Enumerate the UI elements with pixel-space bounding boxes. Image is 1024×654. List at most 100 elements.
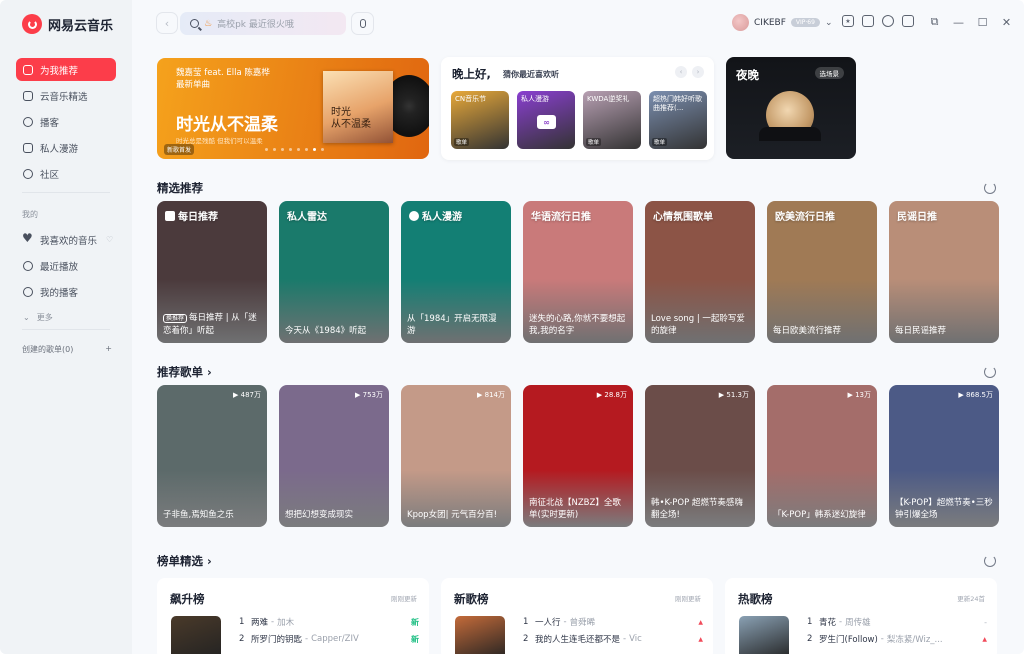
user-menu[interactable]: CIKEBF VIP·69 ⌄ bbox=[732, 14, 832, 31]
greeting-card-item[interactable]: 超热门韩好听歌曲推荐(... 歌单 bbox=[649, 91, 707, 149]
sidebar-item-featured[interactable]: 云音乐精选 bbox=[16, 84, 116, 107]
chart-thumbnail[interactable] bbox=[171, 616, 221, 654]
prev-icon[interactable]: ‹ bbox=[675, 66, 687, 78]
voice-search-button[interactable] bbox=[351, 12, 374, 35]
sidebar-item-roam[interactable]: 私人漫游 bbox=[16, 136, 116, 159]
chart-artist-sep: - bbox=[271, 617, 275, 627]
banner[interactable]: 魏嘉莹 feat. Ella 陈嘉桦 最新单曲 时光 从不温柔 时光从不温柔 时光… bbox=[157, 58, 429, 159]
mini-mode-icon[interactable]: ⧉ bbox=[929, 15, 940, 29]
play-count: ▶ 487万 bbox=[233, 390, 261, 400]
chart-row[interactable]: 2 我的人生连毛还都不是 - Vic ▲ bbox=[523, 633, 703, 645]
greeting-card-label: KWDA逆奖礼 bbox=[587, 95, 630, 103]
playlists-grid: ▶ 487万 子非鱼,焉知鱼之乐 ▶ 753万 想把幻想变成现实 ▶ 814万 Kpop女… bbox=[157, 385, 999, 527]
pick-card-title-text: 华语流行日推 bbox=[531, 212, 591, 223]
roam-icon: ∞ bbox=[537, 115, 556, 129]
settings-icon[interactable] bbox=[882, 15, 894, 27]
playlist-card[interactable]: ▶ 51.3万 韩•K-POP 超燃节奏感嗨翻全场! bbox=[645, 385, 755, 527]
greeting-card-item[interactable]: CN音乐节 歌单 bbox=[451, 91, 509, 149]
chart-row[interactable]: 2 所罗门的钥匙 - Capper/ZIV 新 bbox=[239, 633, 419, 645]
pick-card[interactable]: 心情氛围歌单 Love song | 一起聆写爱的旋律 bbox=[645, 201, 755, 343]
search-input[interactable]: ♨ 高校pk 最近很火哦 bbox=[180, 12, 346, 35]
pick-card[interactable]: 每日推荐 换推荐 每日推荐 | 从「迷恋着你」听起 bbox=[157, 201, 267, 343]
play-icon: ▶ bbox=[233, 391, 241, 399]
playlist-card[interactable]: ▶ 753万 想把幻想变成现实 bbox=[279, 385, 389, 527]
pick-card-badge[interactable]: 换推荐 bbox=[163, 314, 188, 323]
refresh-icon[interactable] bbox=[984, 555, 996, 567]
playlist-card[interactable]: ▶ 814万 Kpop女团| 元气百分百! bbox=[401, 385, 511, 527]
sidebar-item-recent[interactable]: 最近播放 bbox=[16, 254, 116, 277]
section-title-playlists[interactable]: 推荐歌单 › bbox=[157, 364, 212, 380]
playlist-card-title: 南征北战【NZBZ】全歌单(实时更新) bbox=[529, 498, 621, 520]
sidebar-item-my-podcast[interactable]: 我的播客 bbox=[16, 280, 116, 303]
mine-section-title: 我的 bbox=[22, 210, 38, 219]
chart-row[interactable]: 1 两难 - 加木 新 bbox=[239, 616, 419, 628]
avatar[interactable] bbox=[732, 14, 749, 31]
chart-rank: 1 bbox=[807, 617, 813, 627]
heartbeat-icon[interactable]: ♡ bbox=[106, 235, 113, 244]
vip-badge[interactable]: VIP·69 bbox=[790, 18, 820, 27]
pick-card-title: 私人雷达 bbox=[287, 208, 327, 223]
chart-row[interactable]: 2 罗生门(Follow) - 梨冻紧/Wiz_... ▲ bbox=[807, 633, 987, 645]
chart-thumbnail[interactable] bbox=[739, 616, 789, 654]
sidebar: 网易云音乐 为我推荐 云音乐精选 播客 私人漫游 社区 我的 我喜欢的音乐♡ 最… bbox=[0, 0, 132, 654]
greeting-card: 晚上好, 猜你最近喜欢听 ‹ › CN音乐节 歌单 私人漫游 ∞ KWDA逆奖礼 歌单 超热门… bbox=[441, 57, 714, 160]
play-count-value: 868.5万 bbox=[965, 391, 993, 399]
close-icon[interactable]: ✕ bbox=[1001, 16, 1012, 29]
app-logo[interactable]: 网易云音乐 bbox=[22, 14, 113, 34]
mine-nav: 我喜欢的音乐♡ 最近播放 我的播客 ⌄更多 bbox=[16, 228, 116, 332]
playlist-card[interactable]: ▶ 13万 「K-POP」韩系迷幻旋律 bbox=[767, 385, 877, 527]
pick-card[interactable]: 民谣日推 每日民谣推荐 bbox=[889, 201, 999, 343]
back-button[interactable]: ‹ bbox=[156, 12, 178, 34]
chart-card[interactable]: 飙升榜 刚刚更新 1 两难 - 加木新 2 所罗门的钥匙 - Capper/ZIV 新 bbox=[157, 578, 429, 654]
banner-pagination[interactable] bbox=[265, 148, 324, 151]
chart-artist: 周传雄 bbox=[845, 618, 871, 628]
sidebar-item-liked[interactable]: 我喜欢的音乐♡ bbox=[16, 228, 116, 251]
chart-thumbnail[interactable] bbox=[455, 616, 505, 654]
greeting-card-item[interactable]: KWDA逆奖礼 歌单 bbox=[583, 91, 641, 149]
pick-card[interactable]: 私人漫游 从「1984」开启无限漫游 bbox=[401, 201, 511, 343]
playlist-card-title: 【K-POP】超燃节奏•三秒钟引爆全场 bbox=[895, 498, 993, 520]
playlist-card[interactable]: ▶ 487万 子非鱼,焉知鱼之乐 bbox=[157, 385, 267, 527]
minimize-icon[interactable]: — bbox=[953, 16, 964, 29]
created-playlists[interactable]: 创建的歌单(0) + bbox=[22, 344, 112, 355]
greeting-arrows: ‹ › bbox=[675, 66, 704, 78]
refresh-icon[interactable] bbox=[984, 182, 996, 194]
mail-icon[interactable] bbox=[862, 15, 874, 27]
next-icon[interactable]: › bbox=[692, 66, 704, 78]
choose-scene-button[interactable]: 选场景 bbox=[814, 67, 844, 79]
greeting-card-item[interactable]: 私人漫游 ∞ bbox=[517, 91, 575, 149]
sidebar-divider bbox=[22, 329, 110, 330]
calendar-icon bbox=[165, 210, 175, 221]
maximize-icon[interactable]: ☐ bbox=[977, 16, 988, 29]
playlist-card[interactable]: ▶ 28.8万 南征北战【NZBZ】全歌单(实时更新) bbox=[523, 385, 633, 527]
scene-card-night[interactable]: 夜晚 选场景 bbox=[726, 57, 856, 159]
add-playlist-button[interactable]: + bbox=[105, 344, 112, 355]
playlist-card[interactable]: ▶ 868.5万 【K-POP】超燃节奏•三秒钟引爆全场 bbox=[889, 385, 999, 527]
section-title-charts[interactable]: 榜单精选 › bbox=[157, 553, 212, 569]
trees-silhouette bbox=[759, 127, 821, 141]
pick-card-title-text: 私人雷达 bbox=[287, 212, 327, 223]
skin-icon[interactable] bbox=[902, 15, 914, 27]
pick-card[interactable]: 华语流行日推 迷失的心路,你就不要想起我,我的名字 bbox=[523, 201, 633, 343]
pick-card[interactable]: 私人雷达 今天从《1984》听起 bbox=[279, 201, 389, 343]
badge-icon[interactable]: ★ bbox=[842, 15, 854, 27]
pick-card[interactable]: 欧美流行日推每日欧美流行推荐 bbox=[767, 201, 877, 343]
chevron-down-icon[interactable]: ⌄ bbox=[825, 18, 833, 28]
chart-row[interactable]: 1 一人行 - 曾舜晞 ▲ bbox=[523, 616, 703, 628]
sidebar-item-podcast[interactable]: 播客 bbox=[16, 110, 116, 133]
chart-rank: 2 bbox=[807, 634, 813, 644]
pick-card-title: 欧美流行日推 bbox=[775, 208, 835, 223]
chart-artist-sep: - bbox=[563, 617, 567, 627]
microphone-icon bbox=[359, 19, 366, 28]
sidebar-item-recommend[interactable]: 为我推荐 bbox=[16, 58, 116, 81]
play-count-value: 51.3万 bbox=[726, 391, 749, 399]
sidebar-item-community[interactable]: 社区 bbox=[16, 162, 116, 185]
refresh-icon[interactable] bbox=[984, 366, 996, 378]
chart-card[interactable]: 新歌榜 刚刚更新 1 一人行 - 曾舜晞 ▲ 2 我的人生连毛还都不是 - Vic ▲ bbox=[441, 578, 713, 654]
banner-cover: 时光 从不温柔 bbox=[323, 71, 393, 143]
roam-icon bbox=[409, 210, 419, 221]
sidebar-more[interactable]: ⌄ 更多 bbox=[16, 306, 116, 329]
chart-card[interactable]: 热歌榜 更新24首 1 青花 - 周传雄 -2 罗生门(Follow) - 梨冻紧/Wiz_...… bbox=[725, 578, 997, 654]
pick-card-desc: 每日欧美流行推荐 bbox=[773, 326, 842, 336]
chart-row[interactable]: 1 青花 - 周传雄 - bbox=[807, 616, 987, 628]
